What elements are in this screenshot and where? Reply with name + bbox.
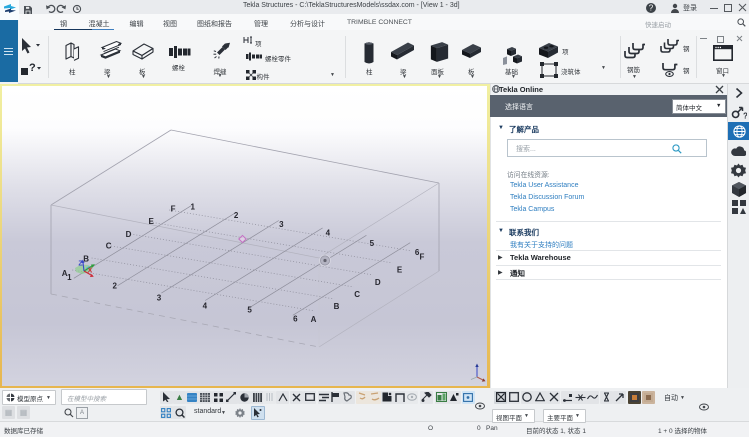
svg-text:C: C xyxy=(354,290,360,299)
svg-text:X: X xyxy=(88,268,93,275)
svg-text:?: ? xyxy=(649,4,654,13)
svg-text:2: 2 xyxy=(234,211,239,220)
svg-text:E: E xyxy=(149,217,155,226)
svg-text:F: F xyxy=(171,204,176,213)
svg-text:6: 6 xyxy=(293,314,298,323)
svg-text:3: 3 xyxy=(157,293,162,302)
svg-text:2: 2 xyxy=(112,282,117,291)
svg-text:5: 5 xyxy=(247,305,252,314)
svg-text:B: B xyxy=(334,302,340,311)
svg-text:D: D xyxy=(126,230,132,239)
svg-text:1: 1 xyxy=(190,203,195,212)
svg-text:C: C xyxy=(106,241,112,250)
svg-text:1: 1 xyxy=(67,273,72,282)
svg-text:E: E xyxy=(397,265,403,274)
svg-text:D: D xyxy=(375,278,381,287)
svg-text:4: 4 xyxy=(326,228,331,237)
svg-text:3: 3 xyxy=(279,220,284,229)
svg-text:A: A xyxy=(311,315,317,324)
svg-text:5: 5 xyxy=(370,239,375,248)
svg-text:4: 4 xyxy=(203,301,208,310)
svg-text:Z: Z xyxy=(78,261,83,268)
svg-text:?: ? xyxy=(743,112,747,121)
svg-text:F: F xyxy=(419,253,424,262)
svg-text:?: ? xyxy=(29,62,36,74)
